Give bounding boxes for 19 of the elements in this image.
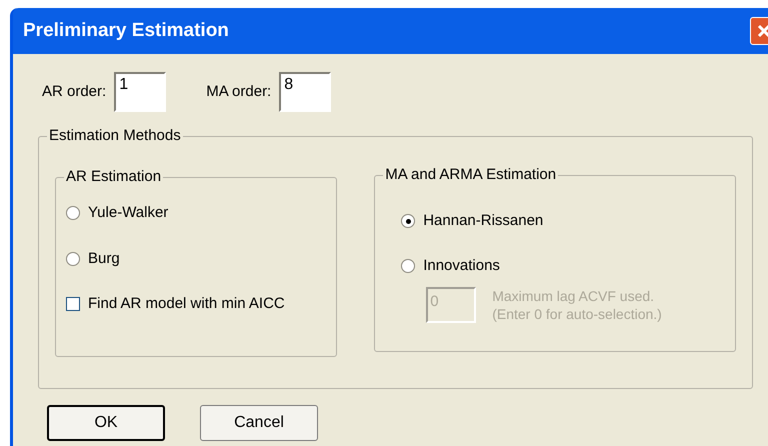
input-field[interactable]: 8 <box>279 72 332 112</box>
radio-button[interactable] <box>401 258 416 273</box>
dialog-button[interactable]: Cancel <box>200 405 318 441</box>
field-label: AR order: <box>42 82 106 102</box>
radio-label: Burg <box>88 248 120 268</box>
radio-button[interactable] <box>401 214 416 228</box>
field-label: MA order: <box>206 82 272 102</box>
hint-text: Maximum lag ACVF used. (Enter 0 for auto-selection.) <box>492 287 662 323</box>
radio-label: Hannan-Rissanen <box>423 211 544 231</box>
dialog-button[interactable]: OK <box>47 405 165 441</box>
radio-button[interactable] <box>66 252 80 266</box>
radio-button[interactable] <box>66 206 80 220</box>
radio-label: Yule-Walker <box>88 203 168 223</box>
checkbox-label: Find AR model with min AICC <box>88 294 285 314</box>
window-title: Preliminary Estimation <box>23 18 229 43</box>
close-icon <box>756 23 768 39</box>
input-field[interactable]: 1 <box>114 72 166 112</box>
checkbox[interactable] <box>66 297 80 312</box>
radio-label: Innovations <box>423 256 500 276</box>
